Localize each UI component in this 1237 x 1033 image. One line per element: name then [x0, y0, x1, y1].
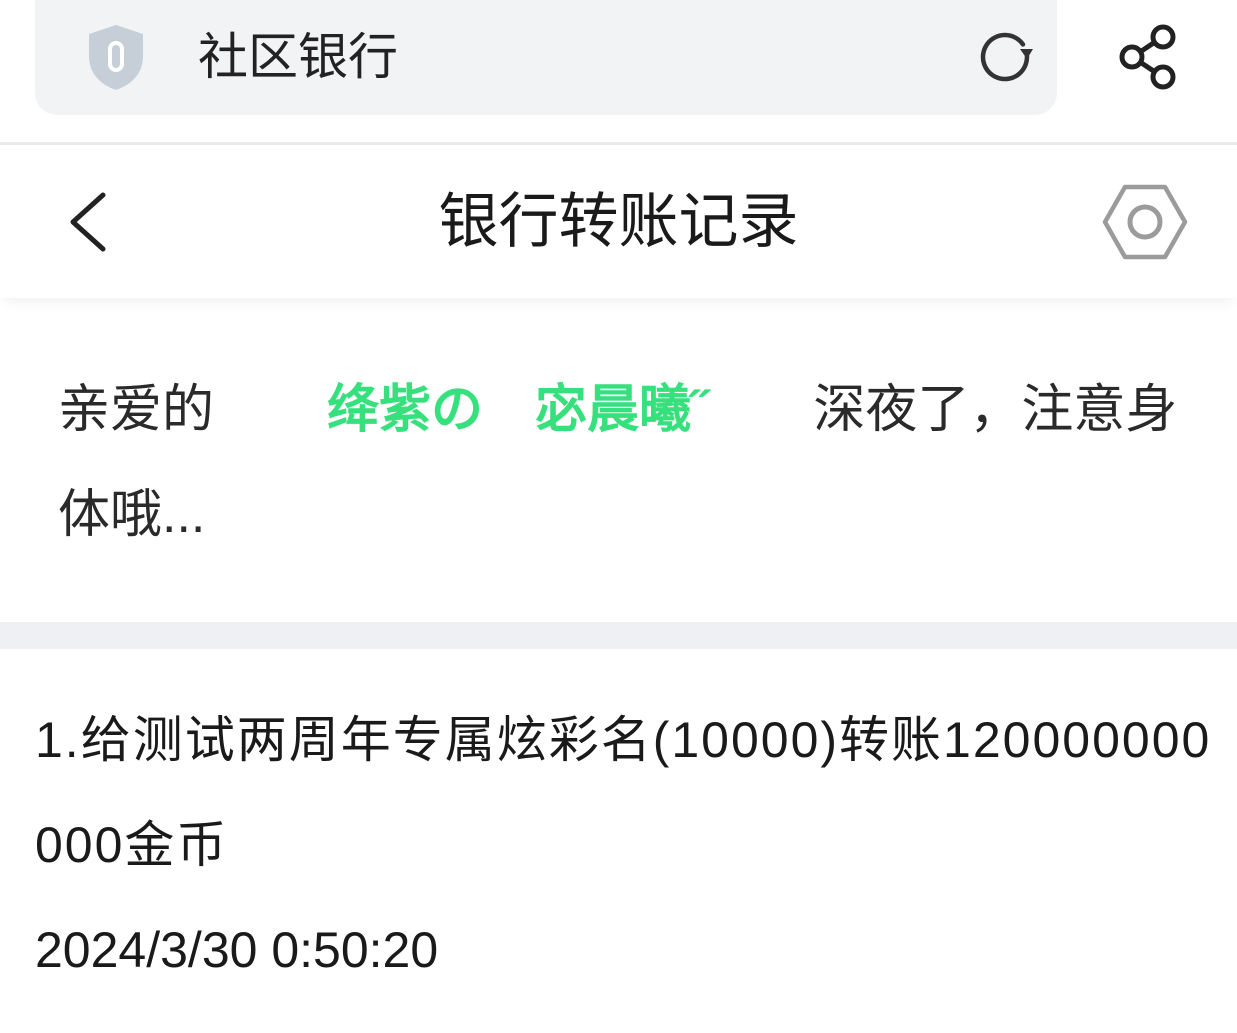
share-icon[interactable] [1113, 22, 1181, 92]
record-description: 1.给测试两周年专属炫彩名(10000)转账120000000000金币 [35, 712, 1212, 873]
user-nickname: 绛紫の 宓晨曦˝ [327, 381, 709, 439]
page-title: 银行转账记录 [438, 188, 799, 255]
greeting-message: 亲爱的 绛紫の 宓晨曦˝ 深夜了，注意身体哦... [58, 358, 1188, 568]
transfer-record-list: 1.给测试两周年专属炫彩名(10000)转账120000000000金币 202… [35, 688, 1220, 1003]
greeting-prefix: 亲爱的 [58, 381, 215, 439]
address-bar[interactable]: 社区银行 [35, 0, 1057, 115]
refresh-icon[interactable] [975, 27, 1035, 87]
section-separator [0, 622, 1237, 649]
settings-icon[interactable] [1100, 177, 1190, 267]
transfer-record-item: 1.给测试两周年专属炫彩名(10000)转账120000000000金币 202… [35, 688, 1220, 1003]
page-header: 银行转账记录 [0, 145, 1237, 298]
site-title: 社区银行 [198, 29, 398, 85]
record-timestamp: 2024/3/30 0:50:20 [35, 922, 439, 978]
shield-icon [89, 25, 143, 90]
